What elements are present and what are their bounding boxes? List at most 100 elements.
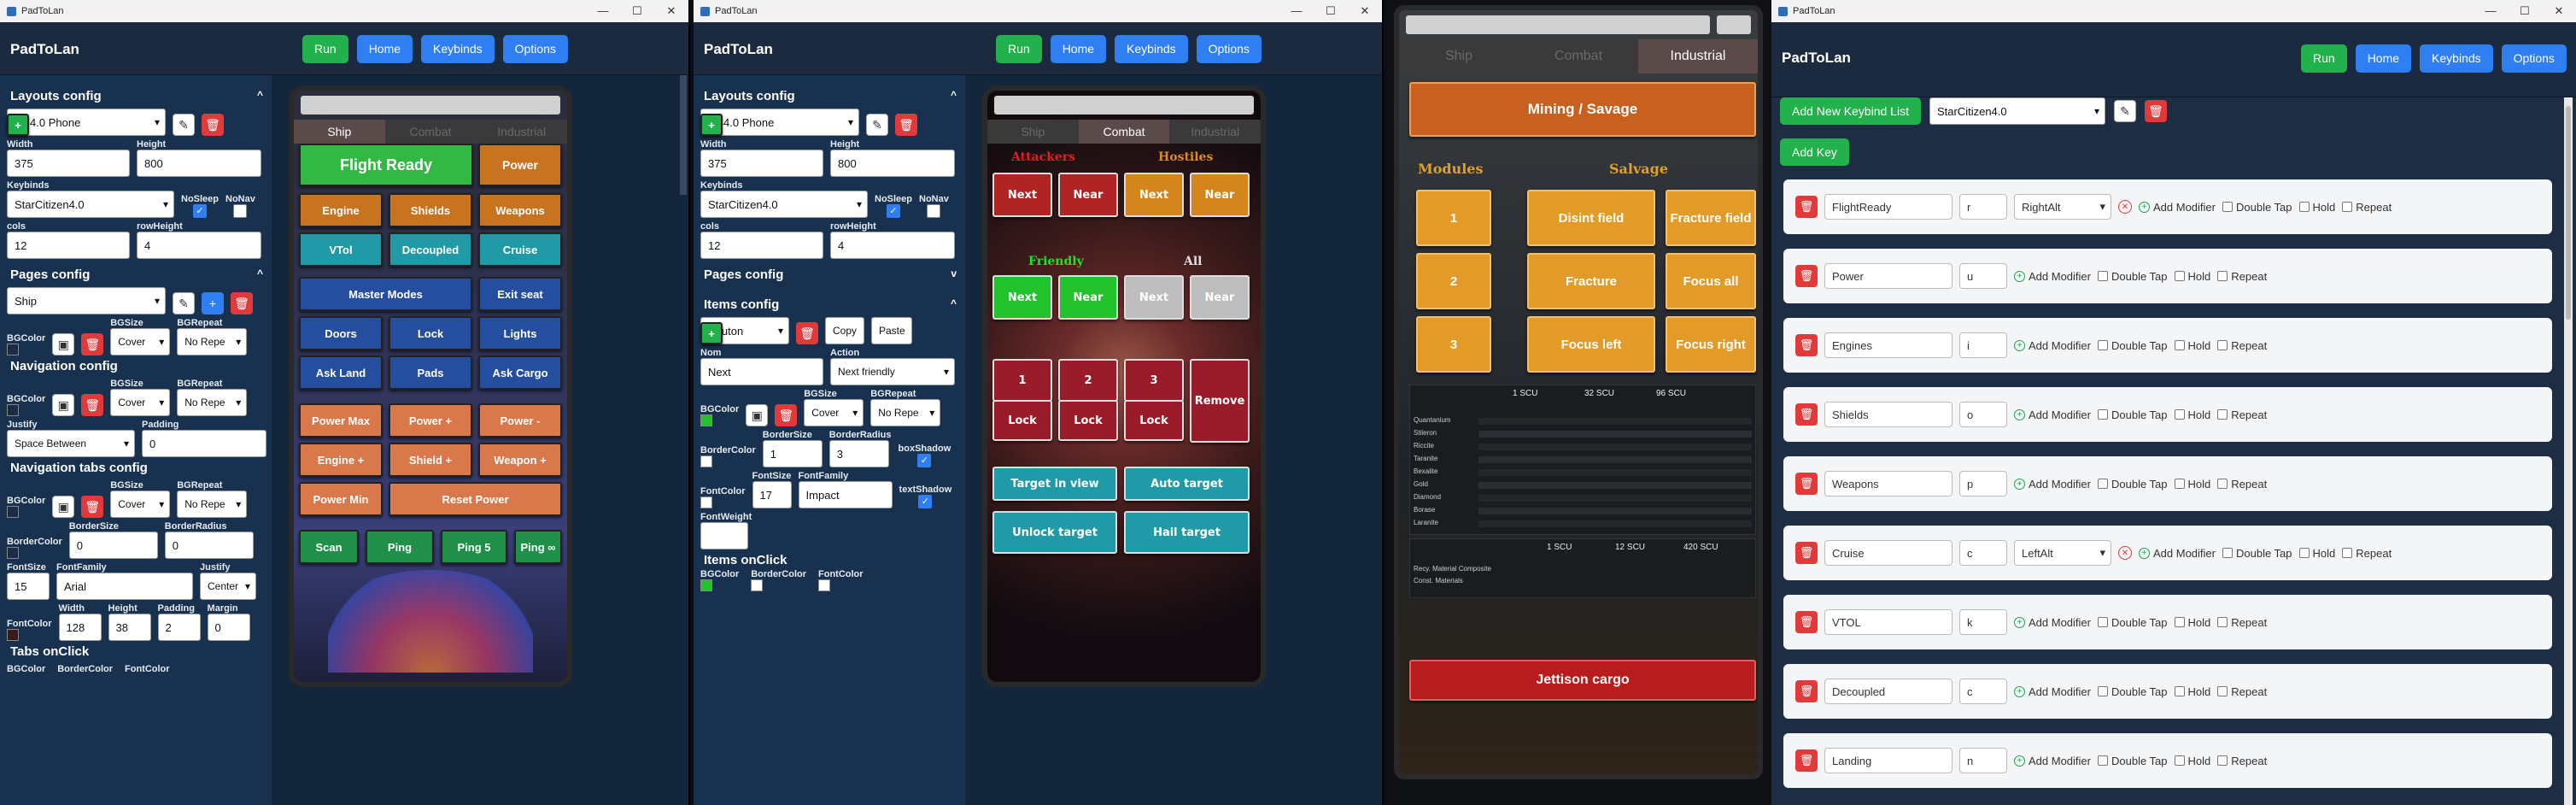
repeat-checkbox[interactable] bbox=[2217, 271, 2228, 281]
onclick-bgcolor-swatch[interactable] bbox=[700, 579, 712, 591]
hold-option[interactable]: Hold bbox=[2174, 755, 2210, 767]
delete-icon[interactable]: 🗑 bbox=[1795, 403, 1818, 426]
keybind-name-input[interactable]: Decoupled bbox=[1824, 679, 1952, 704]
repeat-checkbox[interactable] bbox=[2217, 479, 2228, 489]
grid-button-flight-ready[interactable]: Flight Ready bbox=[299, 144, 473, 186]
keybinds-select[interactable]: StarCitizen4.0 bbox=[700, 191, 868, 218]
keybind-list-select[interactable]: StarCitizen4.0 bbox=[1929, 97, 2105, 125]
grid-button-lock[interactable]: Lock bbox=[992, 400, 1052, 441]
edit-icon[interactable]: ✎ bbox=[2113, 100, 2136, 122]
tab-padding-input[interactable]: 2 bbox=[157, 614, 201, 641]
tabs-bgrepeat-select[interactable]: No Repe bbox=[177, 491, 248, 518]
nonav-checkbox[interactable] bbox=[233, 204, 248, 218]
double-tap-checkbox[interactable] bbox=[2097, 340, 2108, 350]
delete-icon[interactable]: 🗑 bbox=[1795, 196, 1818, 218]
grid-button-engine-[interactable]: Engine + bbox=[299, 443, 383, 477]
repeat-option[interactable]: Repeat bbox=[2342, 201, 2392, 214]
rowheight-input[interactable]: 4 bbox=[830, 232, 955, 259]
grid-button-3[interactable]: 3 bbox=[1416, 316, 1491, 373]
layout-select[interactable]: SC4.0 Phone bbox=[700, 109, 859, 136]
borderradius-input[interactable]: 0 bbox=[164, 532, 254, 559]
edit-icon[interactable]: ✎ bbox=[173, 292, 195, 314]
run-button[interactable]: Run bbox=[302, 35, 348, 63]
fontcolor-swatch[interactable] bbox=[7, 629, 19, 641]
double-tap-option[interactable]: Double Tap bbox=[2097, 408, 2168, 421]
maximize-icon[interactable]: ☐ bbox=[1314, 0, 1348, 22]
repeat-checkbox[interactable] bbox=[2217, 617, 2228, 627]
repeat-option[interactable]: Repeat bbox=[2217, 270, 2267, 283]
hold-option[interactable]: Hold bbox=[2174, 339, 2210, 352]
grid-button-weapons[interactable]: Weapons bbox=[478, 193, 562, 227]
hold-checkbox[interactable] bbox=[2298, 548, 2310, 558]
minimize-icon[interactable]: — bbox=[586, 0, 620, 22]
hold-checkbox[interactable] bbox=[2174, 271, 2185, 281]
keybinds-button[interactable]: Keybinds bbox=[1115, 35, 1188, 63]
grid-button-2[interactable]: 2 bbox=[1416, 253, 1491, 309]
nom-input[interactable]: Next bbox=[700, 358, 823, 385]
tab-margin-input[interactable]: 0 bbox=[207, 614, 250, 641]
pages-config-title[interactable]: Pages config ^ bbox=[10, 267, 265, 282]
options-button[interactable]: Options bbox=[2501, 44, 2567, 73]
add-modifier-button[interactable]: + Add Modifier bbox=[2014, 339, 2091, 352]
padding-input[interactable]: 0 bbox=[142, 430, 266, 457]
options-button[interactable]: Options bbox=[502, 35, 568, 63]
layout-select[interactable]: SC4.0 Phone bbox=[7, 109, 166, 136]
keybind-name-input[interactable]: FlightReady bbox=[1824, 194, 1952, 220]
grid-button-focus-all[interactable]: Focus all bbox=[1666, 253, 1756, 309]
grid-button-scan[interactable]: Scan bbox=[299, 530, 359, 564]
action-select[interactable]: Next friendly bbox=[830, 358, 955, 385]
hold-option[interactable]: Hold bbox=[2174, 685, 2210, 698]
grid-button-shield-[interactable]: Shield + bbox=[389, 443, 472, 477]
run-button[interactable]: Run bbox=[996, 35, 1042, 63]
keybind-key-input[interactable]: n bbox=[1959, 748, 2007, 773]
hold-checkbox[interactable] bbox=[2298, 202, 2310, 212]
double-tap-checkbox[interactable] bbox=[2097, 409, 2108, 420]
hold-option[interactable]: Hold bbox=[2174, 616, 2210, 629]
repeat-option[interactable]: Repeat bbox=[2217, 478, 2267, 491]
grid-button-power-max[interactable]: Power Max bbox=[299, 403, 383, 438]
layouts-config-title[interactable]: Layouts config ^ bbox=[10, 89, 265, 103]
scrollbar[interactable] bbox=[680, 75, 687, 195]
delete-icon[interactable]: 🗑 bbox=[1795, 680, 1818, 702]
add-modifier-button[interactable]: + Add Modifier bbox=[2014, 408, 2091, 421]
paste-button[interactable]: Paste bbox=[871, 317, 912, 344]
grid-button-disint-field[interactable]: Disint field bbox=[1527, 190, 1655, 246]
chevron-up-icon[interactable]: ^ bbox=[951, 297, 957, 309]
add-modifier-button[interactable]: + Add Modifier bbox=[2014, 616, 2091, 629]
bgrepeat-select[interactable]: No Repe bbox=[177, 328, 248, 355]
layouts-config-title[interactable]: Layouts config ^ bbox=[704, 89, 958, 103]
remove-modifier-icon[interactable]: ✕ bbox=[2118, 546, 2132, 560]
grid-button-ping-infinite[interactable]: Ping ∞ bbox=[514, 530, 562, 564]
add-icon[interactable]: + bbox=[202, 292, 224, 314]
delete-icon[interactable]: 🗑 bbox=[81, 333, 104, 355]
grid-button-lock[interactable]: Lock bbox=[1124, 400, 1184, 441]
grid-button-lock[interactable]: Lock bbox=[389, 316, 472, 350]
keybind-name-input[interactable]: VTOL bbox=[1824, 609, 1952, 635]
double-tap-option[interactable]: Double Tap bbox=[2222, 201, 2292, 214]
onclick-bordercolor-swatch[interactable] bbox=[751, 579, 764, 591]
fontsize-input[interactable]: 15 bbox=[7, 573, 50, 600]
tab-ship[interactable]: Ship bbox=[1399, 39, 1519, 73]
home-button[interactable]: Home bbox=[356, 35, 413, 63]
chevron-up-icon[interactable]: ^ bbox=[257, 89, 263, 101]
add-new-keybind-list-button[interactable]: Add New Keybind List bbox=[1780, 97, 1921, 125]
items-config-title[interactable]: Items config ^ bbox=[704, 297, 958, 312]
hold-option[interactable]: Hold bbox=[2298, 201, 2335, 214]
delete-icon[interactable]: 🗑 bbox=[775, 404, 798, 426]
scrollbar-thumb[interactable] bbox=[2566, 106, 2571, 320]
delete-icon[interactable]: 🗑 bbox=[202, 114, 224, 136]
nosleep-checkbox[interactable]: ✓ bbox=[193, 204, 207, 218]
repeat-checkbox[interactable] bbox=[2342, 548, 2353, 558]
repeat-checkbox[interactable] bbox=[2217, 340, 2228, 350]
chevron-down-icon[interactable]: v bbox=[951, 267, 957, 279]
bgsize-select[interactable]: Cover bbox=[804, 399, 864, 426]
hold-option[interactable]: Hold bbox=[2174, 478, 2210, 491]
repeat-option[interactable]: Repeat bbox=[2217, 616, 2267, 629]
borderradius-input[interactable]: 3 bbox=[828, 440, 889, 467]
double-tap-option[interactable]: Double Tap bbox=[2097, 339, 2168, 352]
grid-button-weapon-[interactable]: Weapon + bbox=[478, 443, 562, 477]
add-modifier-button[interactable]: + Add Modifier bbox=[2014, 755, 2091, 767]
add-modifier-button[interactable]: + Add Modifier bbox=[2139, 547, 2216, 560]
nonav-checkbox[interactable] bbox=[927, 204, 941, 218]
grid-button-near[interactable]: Near bbox=[1058, 275, 1118, 320]
